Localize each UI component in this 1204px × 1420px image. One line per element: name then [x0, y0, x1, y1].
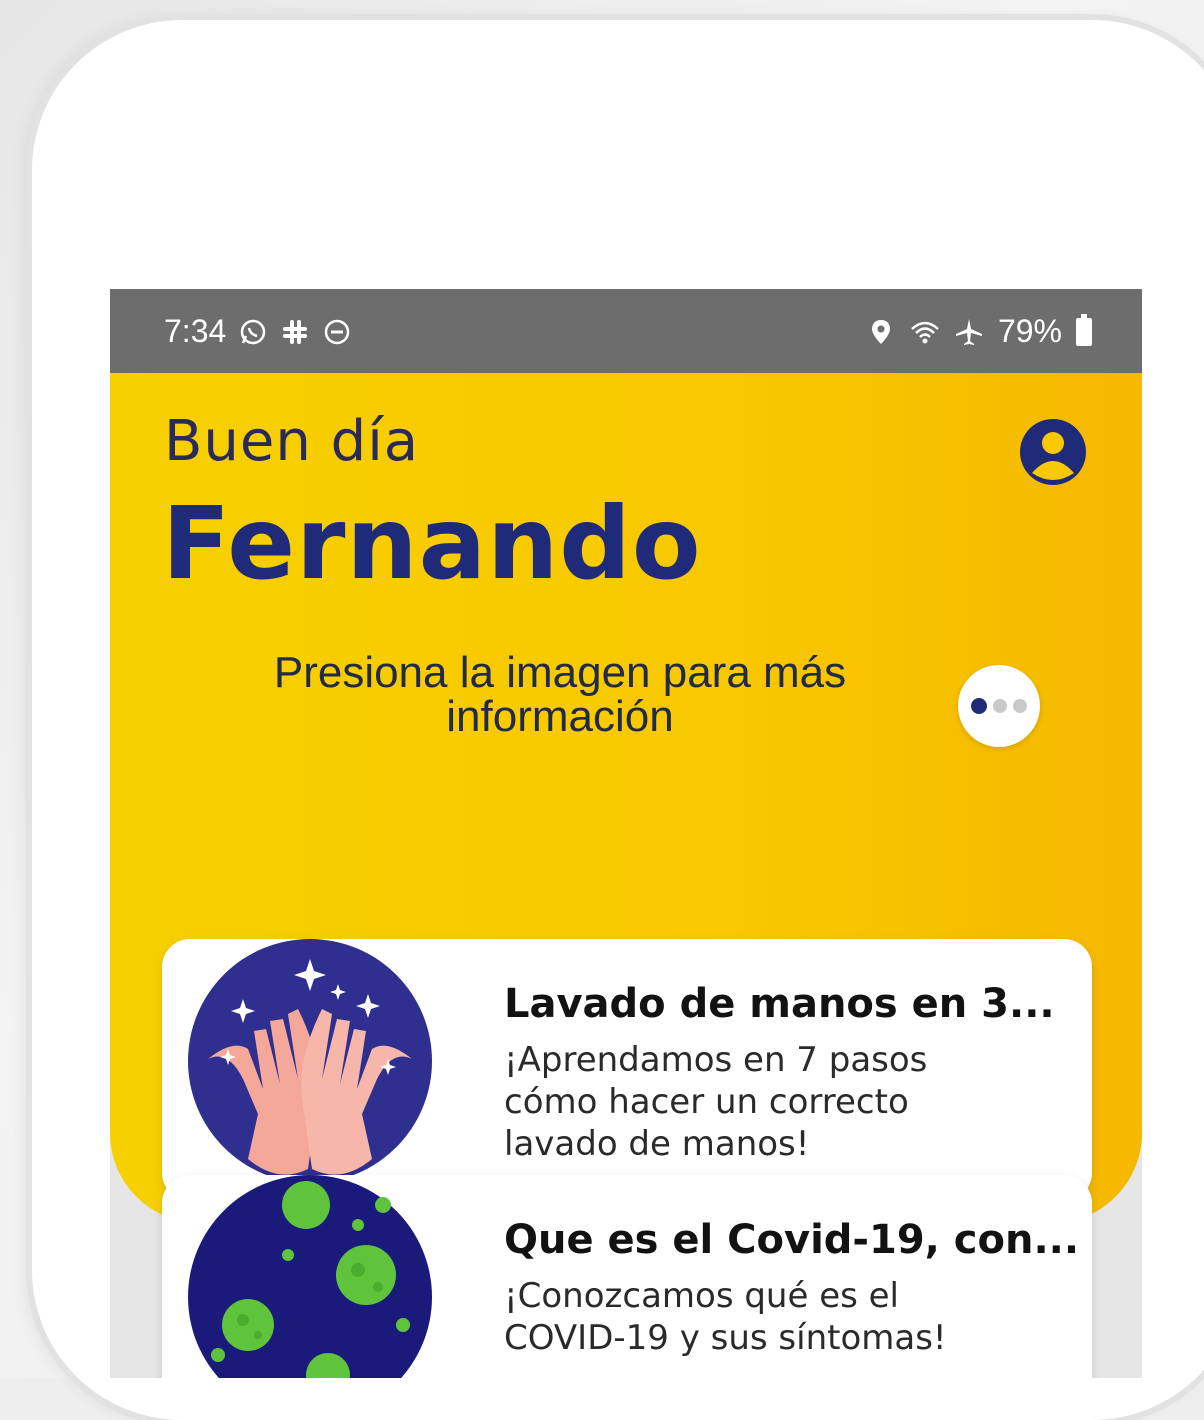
greeting-header: Buen día Fernando Presiona la imagen par… — [110, 373, 1142, 1223]
airplane-icon — [955, 318, 982, 345]
status-time: 7:34 — [164, 313, 227, 349]
info-hint: Presiona la imagen para más información — [273, 648, 847, 741]
status-bar: 7:34 79% — [110, 289, 1142, 373]
card-description: ¡Aprendamos en 7 pasos cómo hacer un cor… — [504, 1040, 928, 1164]
greeting-text: Buen día — [164, 409, 420, 474]
virus-icon — [188, 1175, 432, 1378]
card-title: Que es el Covid-19, con... — [504, 1217, 1080, 1263]
wifi-icon — [911, 321, 939, 343]
clean-hands-icon — [188, 939, 432, 1183]
battery-icon — [1076, 313, 1092, 346]
carousel-dot — [1013, 699, 1027, 713]
slack-icon — [283, 319, 308, 344]
carousel-indicator-button[interactable] — [958, 665, 1040, 747]
carousel-dot-active — [971, 698, 987, 714]
do-not-disturb-icon — [325, 319, 350, 344]
info-card-handwashing[interactable]: Lavado de manos en 3... ¡Aprendamos en 7… — [162, 939, 1092, 1201]
info-card-covid[interactable]: Que es el Covid-19, con... ¡Conozcamos q… — [162, 1175, 1092, 1378]
card-description: ¡Conozcamos qué es el COVID-19 y sus sín… — [504, 1276, 947, 1358]
user-name: Fernando — [162, 485, 702, 602]
location-icon — [871, 319, 890, 344]
carousel-dot — [993, 699, 1007, 713]
battery-percent: 79% — [997, 313, 1062, 349]
card-title: Lavado de manos en 3... — [504, 981, 1055, 1027]
app-screen: 7:34 79% Buen día Fernando Presiona la i… — [110, 289, 1142, 1378]
user-profile-icon[interactable] — [1018, 417, 1088, 487]
whatsapp-icon — [241, 319, 266, 344]
